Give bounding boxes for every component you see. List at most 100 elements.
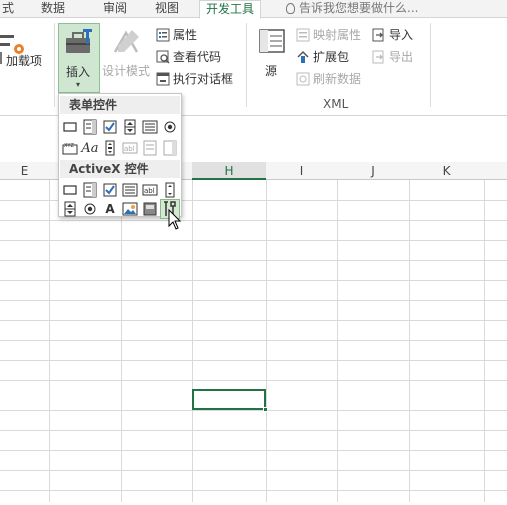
activex-scroll-bar-icon[interactable] xyxy=(161,181,179,199)
svg-text:abl: abl xyxy=(144,187,155,195)
gridline xyxy=(0,360,507,361)
activex-list-box-icon[interactable] xyxy=(121,181,139,199)
form-controls-heading: 表单控件 xyxy=(60,96,180,114)
refresh-data-label: 刷新数据 xyxy=(313,72,362,86)
form-option-button-icon[interactable] xyxy=(161,118,179,136)
gridline xyxy=(484,180,485,502)
dropdown-arrow-icon: ▾ xyxy=(76,80,81,89)
import-button[interactable]: 导入 xyxy=(372,25,413,45)
activex-image-icon[interactable] xyxy=(121,200,139,218)
activex-toggle-button-icon[interactable] xyxy=(141,200,159,218)
map-properties-label: 映射属性 xyxy=(313,28,362,42)
refresh-data-icon xyxy=(296,72,310,86)
addins-button[interactable]: 加载项 xyxy=(0,27,50,82)
tell-me-text: 告诉我您想要做什么... xyxy=(299,1,419,15)
refresh-data-button[interactable]: 刷新数据 xyxy=(296,69,361,89)
import-label: 导入 xyxy=(389,28,414,42)
form-spin-button-icon[interactable] xyxy=(121,118,139,136)
gridline xyxy=(0,240,507,241)
mouse-cursor-icon xyxy=(168,209,182,230)
map-properties-button[interactable]: 映射属性 xyxy=(296,25,361,45)
tell-me-search[interactable]: 告诉我您想要做什么... xyxy=(286,0,418,18)
gridline xyxy=(0,340,507,341)
design-mode-icon xyxy=(113,30,139,53)
ribbon-separator xyxy=(246,23,247,107)
gridline xyxy=(0,280,507,281)
gridline xyxy=(337,180,338,502)
tab-view[interactable]: 视图 xyxy=(155,0,179,18)
insert-controls-dropdown: 表单控件 XYZ Aa abl ActiveX 控件 abl A xyxy=(58,93,182,219)
tab-formulas[interactable]: 式 xyxy=(2,0,14,18)
run-dialog-label: 执行对话框 xyxy=(173,72,234,86)
insert-label: 插入 xyxy=(66,65,91,79)
svg-text:XYZ: XYZ xyxy=(64,143,74,149)
ribbon-separator xyxy=(430,23,431,107)
activex-label-icon[interactable]: A xyxy=(101,200,119,218)
column-header-E[interactable]: E xyxy=(0,162,49,180)
activex-controls-heading: ActiveX 控件 xyxy=(60,160,180,178)
export-icon xyxy=(372,50,384,64)
gridline xyxy=(0,320,507,321)
lightbulb-icon xyxy=(286,3,295,14)
activex-check-box-icon[interactable] xyxy=(101,181,119,199)
selected-cell[interactable] xyxy=(192,389,268,412)
form-label-icon[interactable]: Aa xyxy=(81,139,99,157)
tab-data[interactable]: 数据 xyxy=(41,0,65,18)
tab-review[interactable]: 审阅 xyxy=(103,0,127,18)
expansion-packs-icon xyxy=(297,50,309,63)
addins-clip-mark xyxy=(0,52,2,64)
form-combo-dropdown-edit-icon[interactable] xyxy=(161,139,179,157)
xml-group-label: XML xyxy=(323,97,349,111)
export-label: 导出 xyxy=(389,50,414,64)
gridline xyxy=(0,490,507,491)
gridline xyxy=(0,380,507,381)
gridline xyxy=(0,430,507,431)
form-scroll-bar-icon[interactable] xyxy=(101,139,119,157)
column-header[interactable] xyxy=(484,162,507,180)
form-combo-box-icon[interactable] xyxy=(81,118,99,136)
column-header-I[interactable]: I xyxy=(266,162,337,180)
activex-text-box-icon[interactable]: abl xyxy=(141,181,159,199)
activex-spin-button-icon[interactable] xyxy=(61,200,79,218)
gridline xyxy=(49,180,50,502)
xml-source-button[interactable]: 源 xyxy=(254,25,290,81)
gridline xyxy=(192,180,193,502)
properties-button[interactable]: 属性 xyxy=(156,25,197,45)
map-properties-icon xyxy=(296,28,310,42)
form-list-box-icon[interactable] xyxy=(141,118,159,136)
view-code-icon xyxy=(156,50,170,64)
fill-handle[interactable] xyxy=(263,407,268,412)
insert-control-button[interactable]: 插入 ▾ xyxy=(58,23,100,93)
gridline xyxy=(0,410,507,411)
expansion-packs-label: 扩展包 xyxy=(313,50,350,64)
view-code-button[interactable]: 查看代码 xyxy=(156,47,221,67)
activex-command-button-icon[interactable] xyxy=(61,181,79,199)
tab-developer[interactable]: 开发工具 xyxy=(199,0,262,19)
form-text-field-icon[interactable]: abl xyxy=(121,139,139,157)
column-header-J[interactable]: J xyxy=(337,162,409,180)
xml-source-icon xyxy=(259,29,285,53)
export-button[interactable]: 导出 xyxy=(372,47,413,67)
activex-option-button-icon[interactable] xyxy=(81,200,99,218)
design-mode-button[interactable]: 设计模式 xyxy=(102,25,154,85)
gridline xyxy=(121,180,122,502)
import-icon xyxy=(372,28,384,42)
column-header-H[interactable]: H xyxy=(192,162,266,180)
column-header-K[interactable]: K xyxy=(409,162,484,180)
toolbox-icon xyxy=(66,29,92,53)
form-group-box-icon[interactable]: XYZ xyxy=(61,139,79,157)
form-combo-list-edit-icon[interactable] xyxy=(141,139,159,157)
gridline xyxy=(266,180,267,502)
design-mode-label: 设计模式 xyxy=(102,64,151,78)
activex-combo-box-icon[interactable] xyxy=(81,181,99,199)
run-dialog-icon xyxy=(156,72,170,86)
xml-source-label: 源 xyxy=(265,64,278,78)
run-dialog-button[interactable]: 执行对话框 xyxy=(156,69,233,89)
gridline xyxy=(0,220,507,221)
ribbon-separator xyxy=(54,23,55,107)
expansion-packs-button[interactable]: 扩展包 xyxy=(296,47,349,67)
view-code-label: 查看代码 xyxy=(173,50,222,64)
form-button-icon[interactable] xyxy=(61,118,79,136)
properties-icon xyxy=(156,28,170,42)
form-check-box-icon[interactable] xyxy=(101,118,119,136)
